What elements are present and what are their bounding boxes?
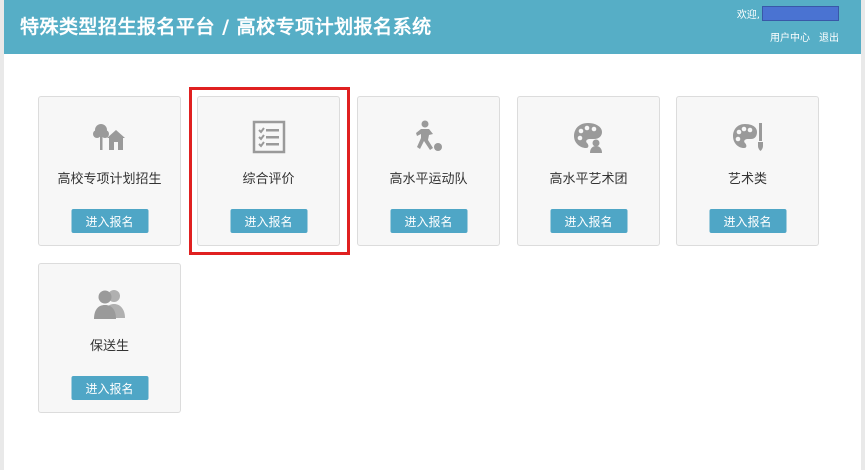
- card-label: 综合评价: [242, 172, 295, 187]
- card-label: 艺术类: [727, 172, 767, 187]
- welcome-area: 欢迎,: [737, 6, 839, 21]
- house-tree-icon: [90, 117, 130, 157]
- users-icon: [90, 284, 130, 324]
- card-recommended-students: 保送生 进入报名: [38, 263, 181, 413]
- enter-signup-button[interactable]: 进入报名: [71, 376, 148, 400]
- enter-signup-button[interactable]: 进入报名: [230, 209, 307, 233]
- page-frame: 特殊类型招生报名平台 / 高校专项计划报名系统 欢迎, 用户中心 退出 高校专项…: [4, 0, 861, 470]
- page-title: 特殊类型招生报名平台 / 高校专项计划报名系统: [20, 16, 432, 38]
- card-label: 高水平运动队: [389, 172, 468, 187]
- enter-signup-button[interactable]: 进入报名: [709, 209, 786, 233]
- card-art-category: 艺术类 进入报名: [676, 96, 819, 246]
- card-label: 保送生: [89, 339, 129, 354]
- card-label: 高水平艺术团: [549, 172, 628, 187]
- logout-link[interactable]: 退出: [819, 29, 839, 44]
- card-special-plan: 高校专项计划招生 进入报名: [38, 96, 181, 246]
- palette-brush-icon: [728, 117, 768, 157]
- card-sports-team: 高水平运动队 进入报名: [357, 96, 500, 246]
- card-label: 高校专项计划招生: [57, 172, 162, 187]
- card-art-troupe: 高水平艺术团 进入报名: [517, 96, 660, 246]
- enter-signup-button[interactable]: 进入报名: [550, 209, 627, 233]
- palette-person-icon: [569, 117, 609, 157]
- top-header: 特殊类型招生报名平台 / 高校专项计划报名系统 欢迎, 用户中心 退出: [4, 0, 861, 54]
- user-links: 用户中心 退出: [770, 29, 839, 44]
- enter-signup-button[interactable]: 进入报名: [71, 209, 148, 233]
- enter-signup-button[interactable]: 进入报名: [390, 209, 467, 233]
- welcome-label: 欢迎,: [736, 10, 760, 21]
- soccer-player-icon: [409, 117, 449, 157]
- user-center-link[interactable]: 用户中心: [770, 29, 810, 44]
- card-comprehensive-evaluation: 综合评价 进入报名: [197, 96, 340, 246]
- user-name-box: [762, 6, 839, 21]
- checklist-icon: [249, 117, 289, 157]
